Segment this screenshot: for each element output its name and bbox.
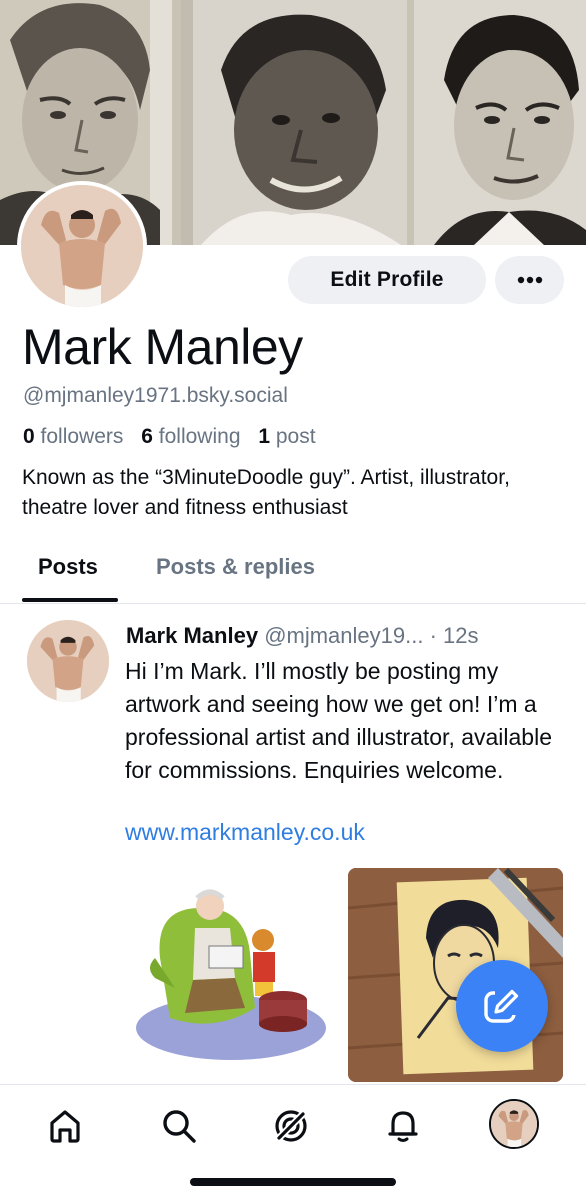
profile-stats: 0 followers 6 following 1 post [23, 425, 316, 449]
compose-icon [484, 989, 521, 1023]
posts-label: post [275, 425, 316, 448]
profile-display-name: Mark Manley [22, 319, 303, 375]
tab-posts-and-replies[interactable]: Posts & replies [156, 554, 315, 580]
feeds-icon [275, 1110, 307, 1142]
following-label: following [158, 425, 241, 448]
profile-avatar[interactable] [17, 181, 147, 311]
search-icon [163, 1110, 196, 1143]
profile-bio: Known as the “3MinuteDoodle guy”. Artist… [22, 466, 510, 519]
followers-link[interactable]: 0 followers [23, 425, 123, 448]
nav-notifications[interactable] [378, 1101, 428, 1151]
post-link[interactable]: www.markmanley.co.uk [125, 819, 365, 846]
posts-count: 1 [258, 425, 271, 448]
post-timestamp[interactable]: · 12s [430, 623, 479, 648]
post-author-name[interactable]: Mark Manley [126, 623, 258, 648]
following-count: 6 [141, 425, 153, 448]
home-indicator[interactable] [190, 1178, 396, 1186]
posts-stat: 1 post [258, 425, 315, 448]
profile-tabs: Posts Posts & replies [0, 540, 586, 604]
home-icon [50, 1110, 80, 1143]
post-text: Hi I’m Mark. I’ll mostly be posting my a… [125, 658, 553, 783]
post-header: Mark Manley @mjmanley19... · 12s [126, 623, 479, 649]
profile-screen: Edit Profile Mark Manley @mjmanley1971.b… [0, 0, 586, 1200]
active-tab-indicator [22, 598, 118, 602]
more-options-button[interactable] [495, 256, 564, 304]
following-link[interactable]: 6 following [141, 425, 240, 448]
edit-profile-button[interactable]: Edit Profile [288, 256, 486, 304]
nav-home[interactable] [40, 1101, 90, 1151]
post-author-handle[interactable]: @mjmanley19... [264, 623, 423, 648]
compose-post-button[interactable] [456, 960, 548, 1052]
tab-posts[interactable]: Posts [38, 554, 98, 580]
post-author-avatar[interactable] [27, 620, 109, 702]
followers-count: 0 [23, 425, 35, 448]
followers-label: followers [40, 425, 124, 448]
ellipsis-icon [517, 276, 542, 284]
nav-search[interactable] [154, 1101, 204, 1151]
banner-drawing-3 [414, 0, 586, 245]
notifications-icon [388, 1111, 418, 1142]
nav-profile-avatar[interactable] [489, 1099, 539, 1149]
nav-feeds[interactable] [266, 1101, 316, 1151]
profile-handle[interactable]: @mjmanley1971.bsky.social [23, 384, 288, 408]
banner-drawing-2 [181, 0, 407, 245]
post-image-1[interactable] [125, 868, 338, 1082]
